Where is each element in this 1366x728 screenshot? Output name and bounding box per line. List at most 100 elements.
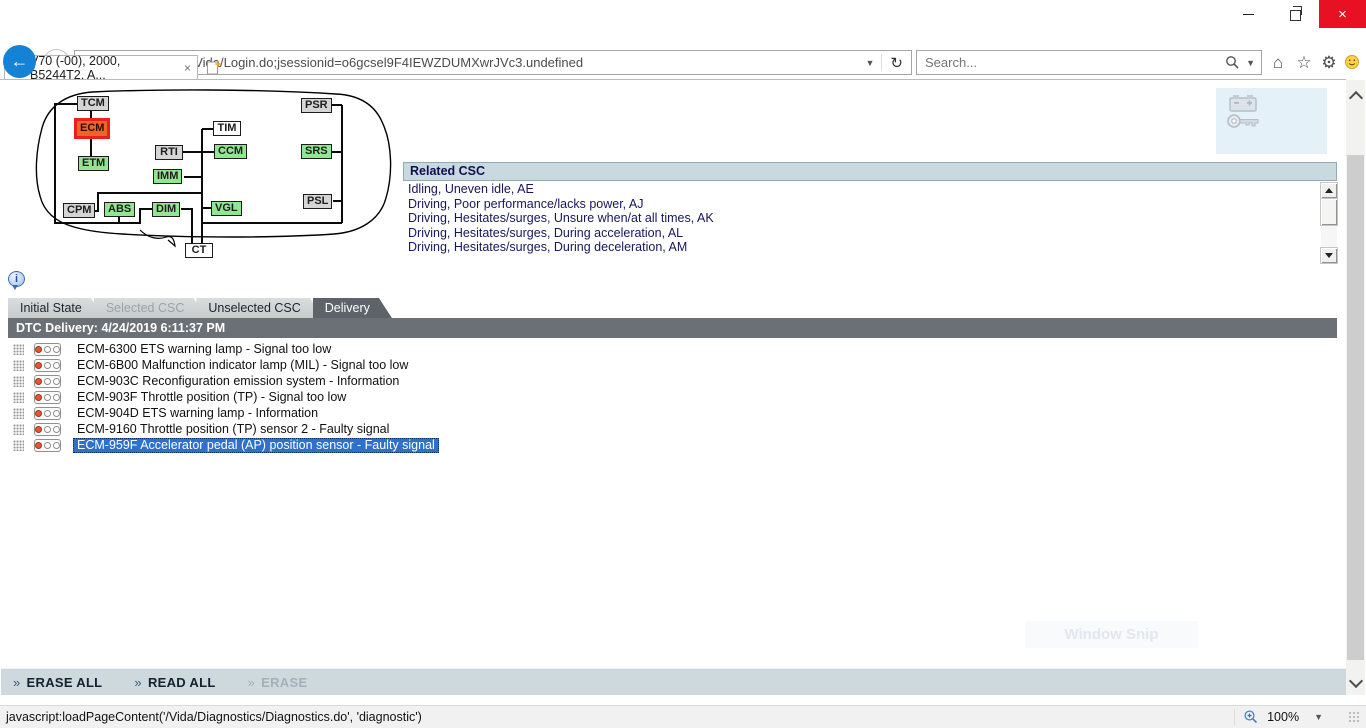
settings-gear-icon[interactable]: ⚙ <box>1317 51 1341 75</box>
status-link-text: javascript:loadPageContent('/Vida/Diagno… <box>0 710 422 724</box>
vehicle-status-panel <box>1216 88 1327 154</box>
drag-grid-icon[interactable] <box>13 376 24 387</box>
refresh-icon[interactable]: ↻ <box>882 54 911 72</box>
dtc-label[interactable]: ECM-903C Reconfiguration emission system… <box>73 374 403 389</box>
zoom-magnifier-icon[interactable] <box>1243 709 1259 725</box>
tab[interactable]: Delivery <box>313 298 392 318</box>
drag-grid-icon[interactable] <box>13 424 24 435</box>
dtc-row[interactable]: ECM-904D ETS warning lamp - Information <box>8 405 1337 421</box>
dtc-list: ECM-6300 ETS warning lamp - Signal too l… <box>8 341 1337 453</box>
status-bar: javascript:loadPageContent('/Vida/Diagno… <box>0 705 1366 728</box>
main-scrollbar-thumb[interactable] <box>1347 155 1364 660</box>
action-label: READ ALL <box>148 675 216 690</box>
vehicle-network-diagram: TCM ECM ETM RTI IMM TIM CCM CPM ABS DIM VGL PSR SRS P… <box>28 88 394 266</box>
back-arrow-icon: ← <box>11 51 29 72</box>
ecu-node[interactable]: ECM <box>74 118 110 139</box>
zoom-dropdown-icon[interactable]: ▼ <box>1307 712 1330 722</box>
action-label: ERASE <box>261 675 307 690</box>
ie-window: × ← → http://localhost/Vida/Login.do;jse… <box>0 0 1366 728</box>
related-csc-item[interactable]: Idling, Uneven idle, AE <box>403 182 1319 197</box>
tab-title: V70 (-00), 2000, B5244T2, A... <box>30 54 178 82</box>
minimize-icon <box>1243 14 1254 15</box>
ecu-node[interactable]: CPM <box>63 203 95 218</box>
favorites-star-icon[interactable]: ☆ <box>1292 51 1316 75</box>
search-icon[interactable] <box>1225 55 1240 70</box>
ecu-node[interactable]: CT <box>185 243 213 258</box>
tab-close-icon[interactable]: × <box>184 61 191 75</box>
restore-icon <box>1290 10 1301 21</box>
delivery-tab-strip: Initial StateSelected CSCUnselected CSCD… <box>8 298 382 318</box>
ecu-node[interactable]: SRS <box>301 144 332 159</box>
ecu-node[interactable]: ETM <box>78 156 109 171</box>
zoom-level[interactable]: 100% <box>1267 710 1299 724</box>
home-icon[interactable]: ⌂ <box>1266 51 1290 75</box>
drag-grid-icon[interactable] <box>13 440 24 451</box>
dtc-row[interactable]: ECM-903F Throttle position (TP) - Signal… <box>8 389 1337 405</box>
back-button[interactable]: ← <box>3 45 36 78</box>
related-csc-list: Idling, Uneven idle, AEDriving, Poor per… <box>403 182 1319 264</box>
address-bar[interactable]: http://localhost/Vida/Login.do;jsessioni… <box>74 50 912 75</box>
dtc-label[interactable]: ECM-959F Accelerator pedal (AP) position… <box>73 438 439 453</box>
ecu-node[interactable]: CCM <box>214 144 247 159</box>
dtc-row[interactable]: ECM-959F Accelerator pedal (AP) position… <box>8 437 1337 453</box>
tab[interactable]: Initial State <box>8 298 104 318</box>
dtc-status-lamp-icon <box>34 439 61 452</box>
drag-grid-icon[interactable] <box>13 408 24 419</box>
dtc-label[interactable]: ECM-6300 ETS warning lamp - Signal too l… <box>73 342 335 357</box>
ecu-node[interactable]: PSL <box>303 194 332 209</box>
dtc-status-lamp-icon <box>34 343 61 356</box>
drag-grid-icon[interactable] <box>13 344 24 355</box>
ecu-node[interactable]: VGL <box>211 201 242 216</box>
feedback-smiley-icon[interactable] <box>1340 53 1364 77</box>
ecu-node[interactable]: ABS <box>104 202 135 217</box>
dtc-row[interactable]: ECM-903C Reconfiguration emission system… <box>8 373 1337 389</box>
related-csc-item[interactable]: Driving, Poor performance/lacks power, A… <box>403 197 1319 212</box>
autocomplete-dropdown-icon[interactable]: ▼ <box>859 58 882 68</box>
ecu-node[interactable]: PSR <box>301 98 332 113</box>
navigation-bar: ← → http://localhost/Vida/Login.do;jsess… <box>0 22 1366 56</box>
info-icon[interactable]: i <box>8 271 25 287</box>
csc-scroll-down-button[interactable] <box>1321 248 1337 263</box>
csc-scrollbar[interactable] <box>1321 183 1337 263</box>
action-button: » ERASE <box>248 675 308 690</box>
dtc-status-lamp-icon <box>34 359 61 372</box>
search-input[interactable] <box>917 54 1225 71</box>
related-csc-item[interactable]: Driving, Hesitates/surges, Unsure when/a… <box>403 211 1319 226</box>
drag-grid-icon[interactable] <box>13 392 24 403</box>
ecu-node[interactable]: TCM <box>77 96 109 111</box>
related-csc-item[interactable]: Driving, Hesitates/surges, During accele… <box>403 226 1319 241</box>
csc-scroll-up-button[interactable] <box>1321 183 1337 198</box>
ecu-node[interactable]: DIM <box>152 202 180 217</box>
new-tab-button[interactable] <box>203 57 225 78</box>
csc-scroll-thumb[interactable] <box>1321 199 1337 225</box>
dtc-status-lamp-icon <box>34 407 61 420</box>
ecu-node[interactable]: IMM <box>153 169 182 184</box>
action-arrow-icon: » <box>248 675 256 690</box>
dtc-status-lamp-icon <box>34 423 61 436</box>
dtc-label[interactable]: ECM-9160 Throttle position (TP) sensor 2… <box>73 422 393 437</box>
key-icon <box>1226 110 1262 137</box>
action-button[interactable]: » ERASE ALL <box>13 675 102 690</box>
tab[interactable]: Unselected CSC <box>196 298 322 318</box>
dtc-label[interactable]: ECM-6B00 Malfunction indicator lamp (MIL… <box>73 358 412 373</box>
dtc-delivery-header: DTC Delivery: 4/24/2019 6:11:37 PM <box>8 318 1337 338</box>
triangle-up-icon <box>1325 188 1333 193</box>
search-box: ▼ <box>916 50 1262 75</box>
ecu-node[interactable]: RTI <box>155 145 183 160</box>
related-csc-item[interactable]: Driving, Hesitates/surges, During decele… <box>403 240 1319 255</box>
dtc-label[interactable]: ECM-904D ETS warning lamp - Information <box>73 406 322 421</box>
action-arrow-icon: » <box>13 675 21 690</box>
dtc-row[interactable]: ECM-9160 Throttle position (TP) sensor 2… <box>8 421 1337 437</box>
dtc-row[interactable]: ECM-6300 ETS warning lamp - Signal too l… <box>8 341 1337 357</box>
dtc-label[interactable]: ECM-903F Throttle position (TP) - Signal… <box>73 390 350 405</box>
dtc-status-lamp-icon <box>34 391 61 404</box>
action-arrow-icon: » <box>134 675 142 690</box>
ecu-node[interactable]: TIM <box>213 121 241 136</box>
drag-grid-icon[interactable] <box>13 360 24 371</box>
ecu-nodes-layer: TCM ECM ETM RTI IMM TIM CCM CPM ABS DIM VGL PSR SRS P… <box>28 88 394 266</box>
dtc-row[interactable]: ECM-6B00 Malfunction indicator lamp (MIL… <box>8 357 1337 373</box>
resize-grip[interactable] <box>1348 711 1360 723</box>
tab[interactable]: Selected CSC <box>94 298 207 318</box>
action-button[interactable]: » READ ALL <box>134 675 215 690</box>
search-dropdown-icon[interactable]: ▼ <box>1246 58 1255 68</box>
